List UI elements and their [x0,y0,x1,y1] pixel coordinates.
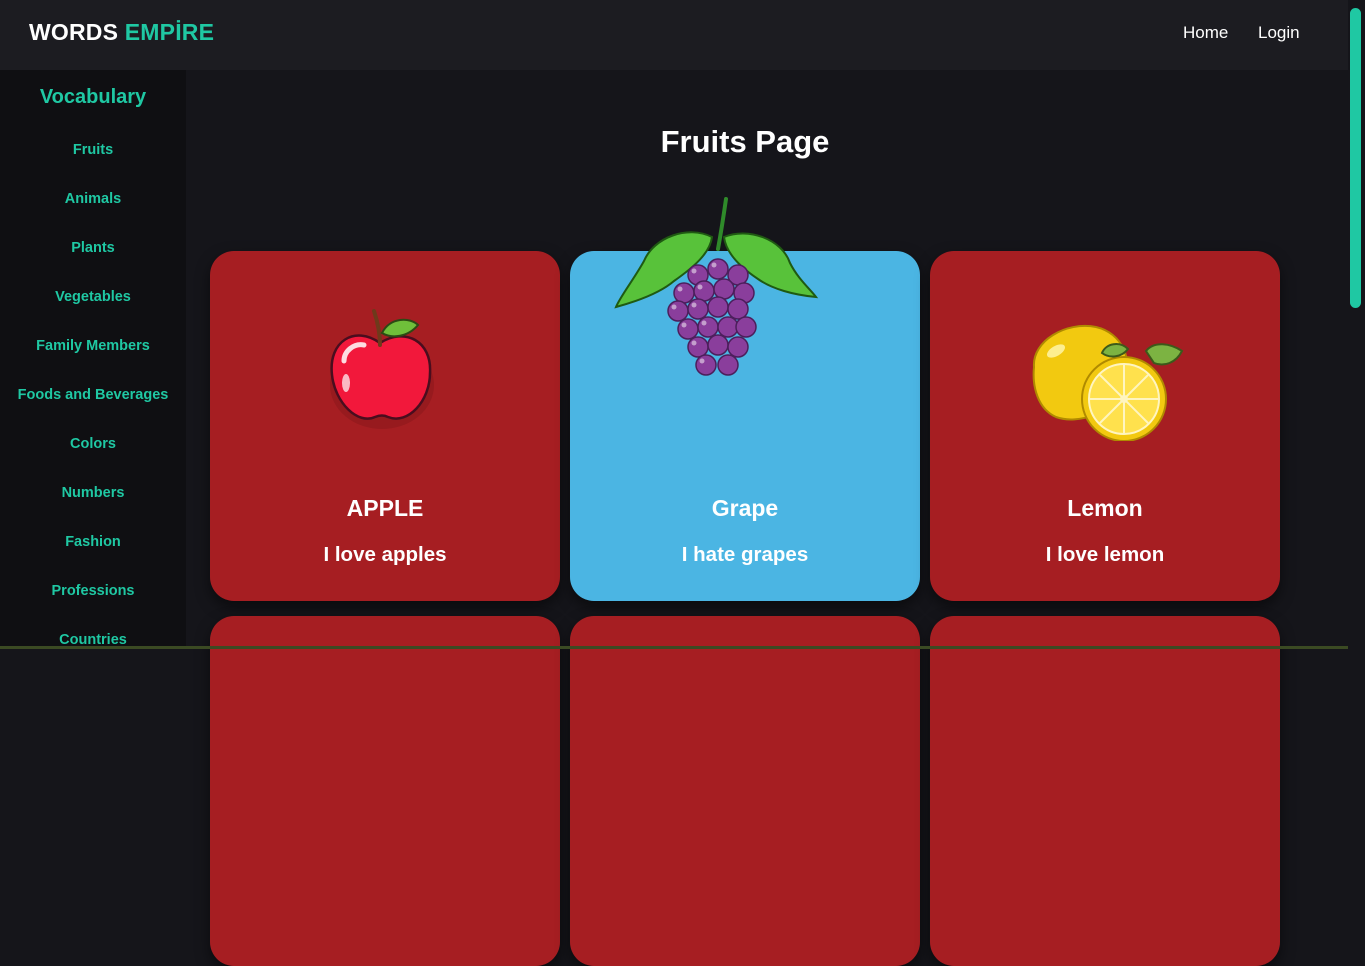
lemon-icon [1032,324,1184,441]
sidebar-item-colors[interactable]: Colors [0,436,186,452]
card-description: I hate grapes [681,543,809,566]
fruit-card-grape[interactable]: Grape I hate grapes [570,197,920,601]
grape-icon [614,197,819,376]
sidebar-item-plants[interactable]: Plants [0,240,186,256]
sidebar: Vocabulary Fruits Animals Plants Vegetab… [0,70,186,649]
fruit-card-lemon[interactable]: Lemon I love lemon [930,251,1280,601]
fruit-card[interactable] [930,616,1280,966]
card-title: Grape [711,495,779,521]
sidebar-item-professions[interactable]: Professions [0,583,186,599]
sidebar-item-family-members[interactable]: Family Members [0,338,186,354]
sidebar-item-fruits[interactable]: Fruits [0,142,186,158]
site-logo[interactable]: WORDS EMPİRE [29,19,214,46]
card-title: APPLE [346,495,424,521]
sidebar-item-vegetables[interactable]: Vegetables [0,289,186,305]
sidebar-item-numbers[interactable]: Numbers [0,485,186,501]
scrollbar-thumb[interactable] [1350,8,1361,308]
sidebar-item-animals[interactable]: Animals [0,191,186,207]
card-description: I love apples [323,543,447,566]
page-title: Fruits Page [660,124,830,159]
sidebar-item-foods-and-beverages[interactable]: Foods and Beverages [0,387,186,403]
logo-text-empire: EMPİRE [124,19,215,45]
card-title: Lemon [1067,495,1143,521]
apple-icon [330,309,434,429]
nav-login-link[interactable]: Login [1258,23,1300,43]
nav-home-link[interactable]: Home [1183,23,1228,43]
scrollbar-track[interactable] [1348,0,1365,649]
card-description: I love lemon [1045,543,1165,566]
top-navbar: WORDS EMPİRE Home Login [0,0,1348,70]
sidebar-item-fashion[interactable]: Fashion [0,534,186,550]
fruit-card[interactable] [570,616,920,966]
fruit-card-apple[interactable]: APPLE I love apples [210,251,560,601]
fruit-card[interactable] [210,616,560,966]
sidebar-title: Vocabulary [39,86,147,108]
logo-text-words: WORDS [29,19,119,45]
